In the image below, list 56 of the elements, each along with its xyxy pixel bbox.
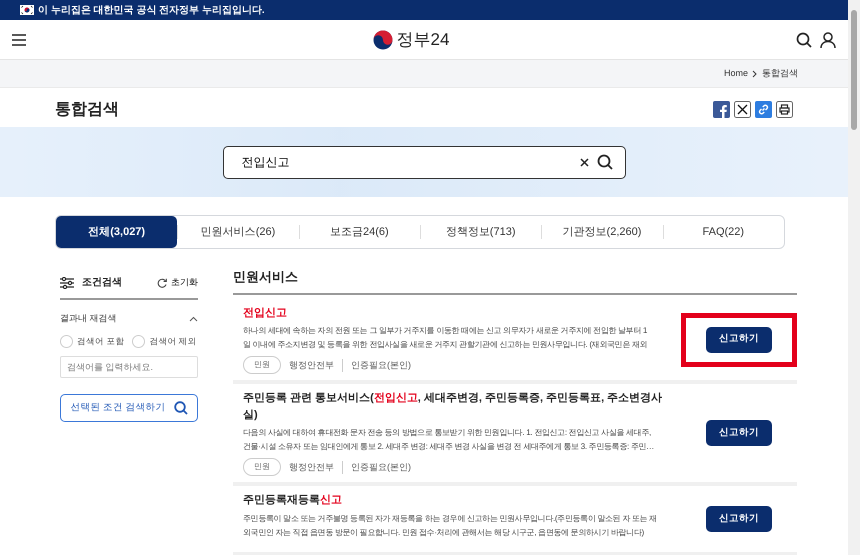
result-tab[interactable]: 기관정보(2,260): [541, 216, 663, 248]
agency-label: 행정안전부: [289, 358, 334, 372]
report-button[interactable]: 신고하기: [706, 506, 772, 532]
link-icon[interactable]: [755, 101, 772, 118]
result-description: 하나의 세대에 속하는 자의 전원 또는 그 일부가 거주지를 이동한 때에는 신고 의무자가 새로운 거주지에 전입한 날부터 1: [243, 325, 648, 338]
print-icon[interactable]: [776, 101, 793, 118]
logo-text: 정부24: [396, 28, 450, 51]
search-icon[interactable]: [596, 154, 612, 170]
x-logo-icon[interactable]: [734, 101, 751, 118]
result-title[interactable]: 주민등록재등록신고: [243, 492, 675, 509]
result-description: 외국민인 자는 직접 읍면동 방문이 필요합니다. 민원 접수·처리에 관해서는 해당 시구군, 읍면동에 문의하시기 바랍니다): [243, 526, 645, 539]
search-input[interactable]: 전입신고: [240, 152, 572, 172]
result-tab[interactable]: FAQ(22): [662, 216, 784, 248]
radio-option[interactable]: 검색어 포함: [60, 334, 124, 348]
chevron-right-icon: [752, 70, 758, 78]
clear-icon[interactable]: [580, 158, 588, 167]
search-icon[interactable]: [796, 32, 812, 48]
facebook-icon[interactable]: [713, 101, 730, 118]
filter-sliders-icon: [60, 276, 74, 289]
report-button[interactable]: 신고하기: [706, 420, 772, 446]
filter-title: 조건검색: [82, 276, 122, 290]
person-icon[interactable]: [820, 32, 836, 48]
scrollbar-thumb[interactable]: [851, 10, 857, 130]
banner-text: 이 누리집은 대한민국 공식 전자정부 누리집입니다.: [38, 4, 265, 18]
menu-icon[interactable]: [12, 34, 26, 46]
result-description: 주민등록이 말소 또는 거주불명 등록된 자가 재등록을 하는 경우에 신고하는 민원사무입니다.(주민등록이 말소된 자 또는 재: [243, 512, 658, 525]
result-tab[interactable]: 보조금24(6): [298, 216, 420, 248]
result-tab[interactable]: 정책정보(713): [420, 216, 542, 248]
radio-option[interactable]: 검색어 제외: [132, 334, 197, 348]
category-tag: 민원: [243, 356, 281, 374]
section-label: 결과내 재검색: [60, 312, 117, 326]
breadcrumb-link[interactable]: Home: [724, 66, 748, 80]
category-tag: 민원: [243, 458, 281, 476]
reset-button[interactable]: 초기화: [157, 276, 198, 290]
result-description: 건물·시설 소유자 또는 임대인에게 통보 2. 세대주 변경: 세대주 변경 사실을 변경 전 세대주에게 통보 3. 주민등록증: 주민…: [243, 441, 655, 454]
chevron-up-icon[interactable]: [189, 316, 198, 322]
conditional-search-button[interactable]: 선택된 조건 검색하기: [60, 394, 198, 422]
flag-icon: [20, 5, 34, 15]
search-within-field[interactable]: 검색어를 입력하세요.: [60, 356, 198, 378]
page-title: 통합검색: [55, 100, 119, 120]
result-description: 다음의 사실에 대하여 휴대전화 문자 전송 등의 방법으로 통보받기 위한 민원입니다. 1. 전입신고: 전입신고 사실을 세대주,: [243, 427, 652, 440]
logo-icon: [372, 30, 393, 50]
result-title[interactable]: 주민등록 관련 통보서비스(전입신고, 세대주변경, 주민등록증, 주민등록표, 주소변경사실): [243, 390, 675, 424]
result-description: 일 이내에 주소지변경 및 등록을 위한 전입사실을 새로운 거주지 관할기관에 신고하는 민원사무입니다. (재외국민은 재외: [243, 339, 648, 352]
result-tab[interactable]: 민원서비스(26): [177, 216, 299, 248]
auth-label: 인증필요(본인): [342, 460, 411, 474]
breadcrumb-link[interactable]: 통합검색: [762, 66, 798, 80]
result-title[interactable]: 전입신고: [243, 304, 675, 322]
agency-label: 행정안전부: [289, 460, 334, 474]
refresh-icon: [157, 278, 167, 288]
search-field[interactable]: 전입신고: [222, 146, 626, 179]
section-heading: 민원서비스: [233, 269, 797, 295]
auth-label: 인증필요(본인): [342, 358, 411, 372]
result-tab[interactable]: 전체(3,027): [56, 216, 178, 248]
search-icon: [174, 400, 188, 415]
report-button[interactable]: 신고하기: [706, 326, 772, 353]
